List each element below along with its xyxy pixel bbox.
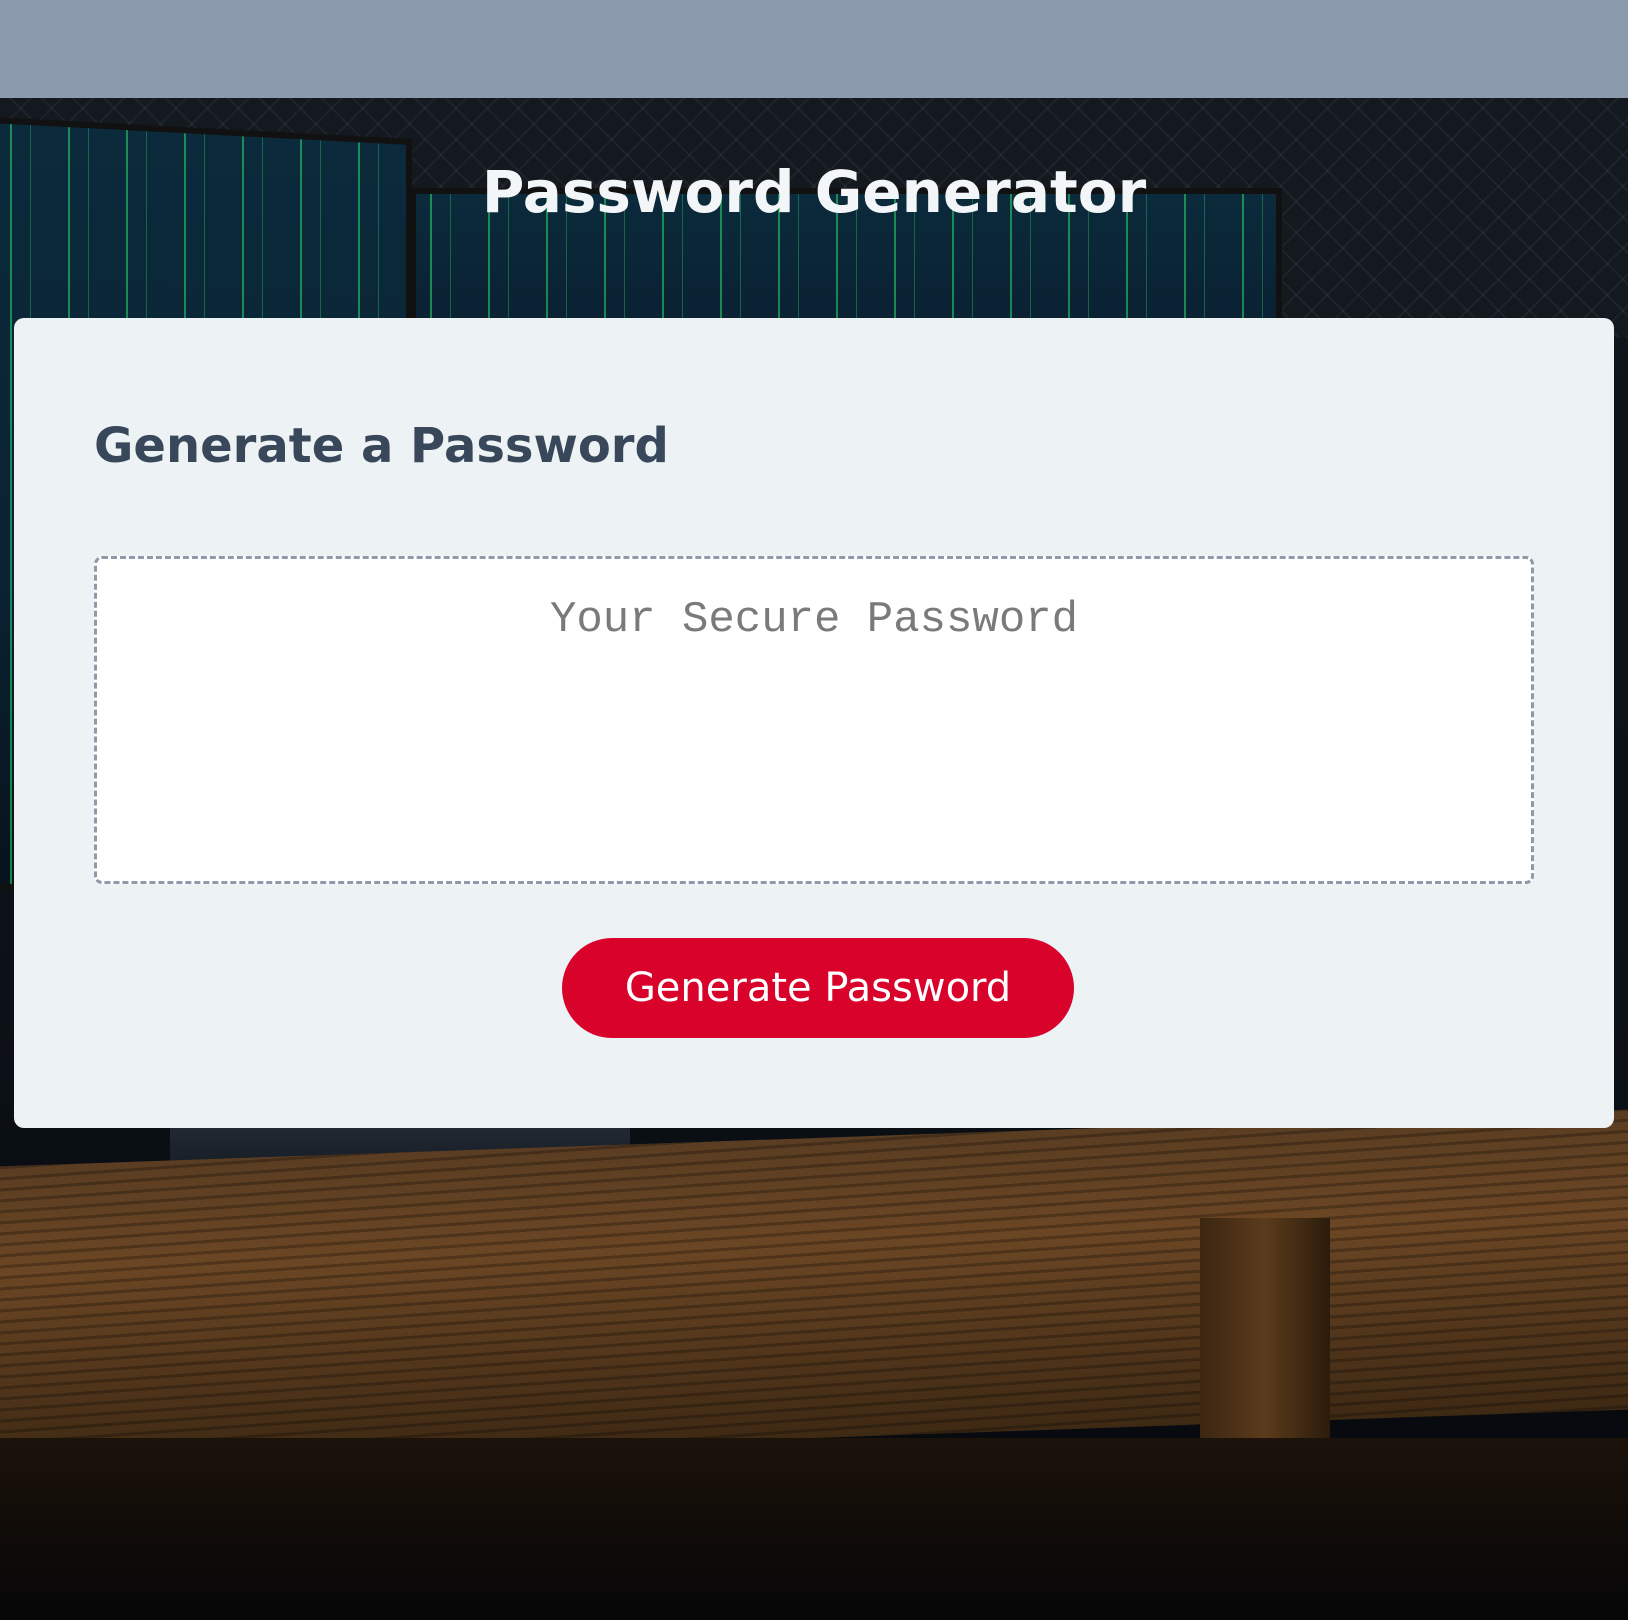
- generate-password-button[interactable]: Generate Password: [562, 938, 1074, 1038]
- password-card: Generate a Password Generate Password: [14, 318, 1614, 1128]
- background-desk: [0, 1109, 1628, 1467]
- top-strip: [0, 0, 1628, 98]
- card-heading: Generate a Password: [94, 418, 669, 474]
- page-title: Password Generator: [481, 158, 1147, 226]
- password-output-field[interactable]: [94, 556, 1534, 884]
- background-floor: [0, 1438, 1628, 1620]
